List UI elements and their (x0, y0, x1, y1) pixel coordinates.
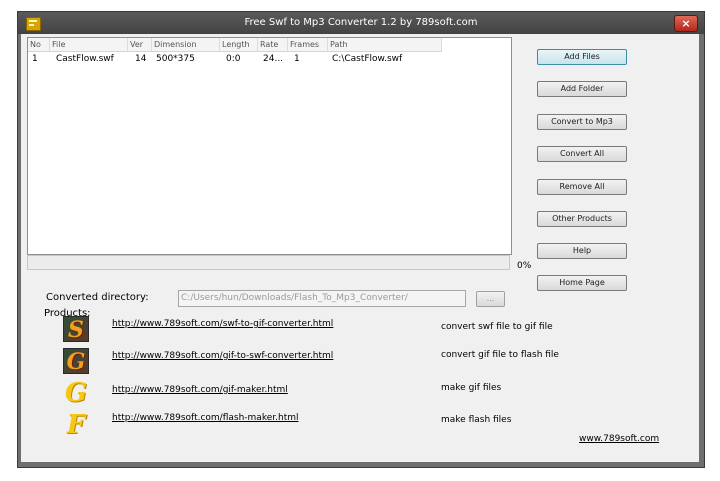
column-header-length[interactable]: Length (220, 38, 258, 51)
cell-file: CastFlow.swf (56, 54, 114, 64)
column-header-no[interactable]: No (28, 38, 50, 51)
product-link-swf-to-gif[interactable]: http://www.789soft.com/swf-to-gif-conver… (112, 319, 333, 329)
gif-maker-icon: G (64, 378, 88, 408)
product-desc-gif-maker: make gif files (441, 383, 502, 393)
home-page-button[interactable]: Home Page (537, 275, 627, 291)
column-header-frames[interactable]: Frames (288, 38, 328, 51)
remove-all-button[interactable]: Remove All (537, 179, 627, 195)
cell-length: 0:0 (226, 54, 241, 64)
site-link[interactable]: www.789soft.com (579, 434, 659, 444)
column-header-ver[interactable]: Ver (128, 38, 152, 51)
add-folder-button[interactable]: Add Folder (537, 81, 627, 97)
cell-frames: 1 (294, 54, 300, 64)
add-files-button[interactable]: Add Files (537, 49, 627, 65)
column-header-rate[interactable]: Rate (258, 38, 288, 51)
window-title: Free Swf to Mp3 Converter 1.2 by 789soft… (244, 17, 478, 28)
column-header-file[interactable]: File (50, 38, 128, 51)
gif-to-swf-icon: G (63, 348, 89, 375)
convert-to-mp3-button[interactable]: Convert to Mp3 (537, 114, 627, 130)
app-window: Free Swf to Mp3 Converter 1.2 by 789soft… (17, 11, 705, 468)
other-products-button[interactable]: Other Products (537, 211, 627, 227)
list-item[interactable]: 1 CastFlow.swf 14 500*375 0:0 24... 1 C:… (28, 53, 511, 66)
converted-directory-field[interactable]: C:/Users/hun/Downloads/Flash_To_Mp3_Conv… (178, 290, 466, 307)
product-link-flash-maker[interactable]: http://www.789soft.com/flash-maker.html (112, 413, 299, 423)
converted-directory-label: Converted directory: (46, 292, 149, 303)
close-button[interactable]: × (674, 15, 698, 32)
column-header-path[interactable]: Path (328, 38, 442, 51)
convert-all-button[interactable]: Convert All (537, 146, 627, 162)
flash-maker-icon: F (66, 410, 86, 440)
browse-button[interactable]: ... (476, 291, 505, 307)
product-link-gif-to-swf[interactable]: http://www.789soft.com/gif-to-swf-conver… (112, 351, 333, 361)
client-area: No File Ver Dimension Length Rate Frames… (21, 34, 699, 462)
cell-dimension: 500*375 (156, 54, 195, 64)
progress-percent: 0% (517, 261, 532, 271)
cell-no: 1 (32, 54, 38, 64)
progress-bar (27, 255, 510, 270)
column-header-dimension[interactable]: Dimension (152, 38, 220, 51)
product-desc-flash-maker: make flash files (441, 415, 512, 425)
file-list-header: No File Ver Dimension Length Rate Frames… (28, 38, 442, 52)
product-link-gif-maker[interactable]: http://www.789soft.com/gif-maker.html (112, 385, 288, 395)
cell-ver: 14 (135, 54, 147, 64)
product-desc-swf-to-gif: convert swf file to gif file (441, 322, 553, 332)
product-desc-gif-to-swf: convert gif file to flash file (441, 350, 559, 360)
cell-rate: 24... (263, 54, 284, 64)
swf-to-gif-icon: S (63, 316, 89, 343)
file-list[interactable]: No File Ver Dimension Length Rate Frames… (27, 37, 512, 255)
help-button[interactable]: Help (537, 243, 627, 259)
title-bar[interactable]: Free Swf to Mp3 Converter 1.2 by 789soft… (18, 12, 704, 34)
cell-path: C:\CastFlow.swf (332, 54, 403, 64)
